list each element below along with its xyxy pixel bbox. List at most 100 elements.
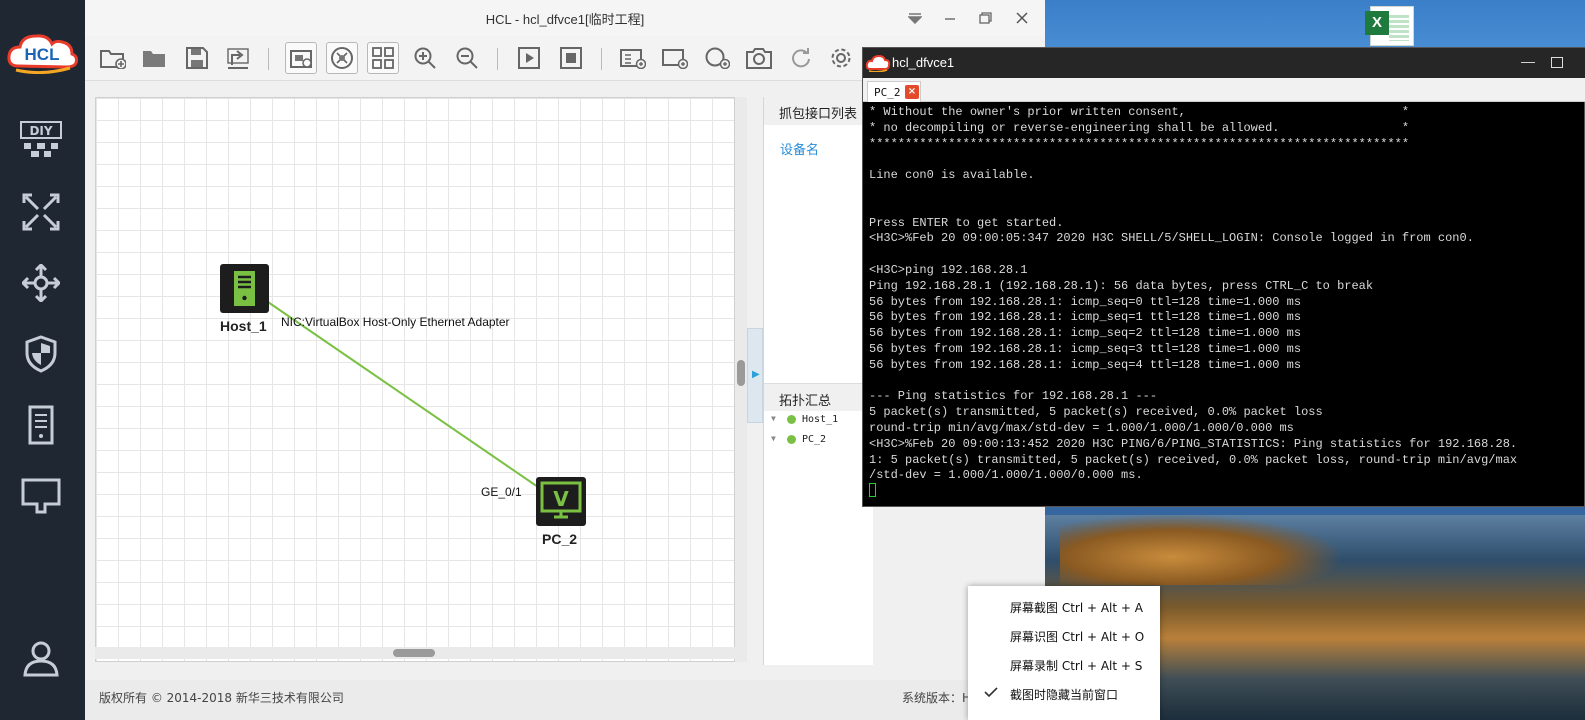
expand-caret-icon[interactable]: ▼ <box>771 434 776 443</box>
screenshot-icon[interactable] <box>743 42 775 74</box>
horizontal-scroll-thumb[interactable] <box>393 649 435 657</box>
toolbar-separator <box>268 48 269 70</box>
zoom-in-icon[interactable] <box>409 42 441 74</box>
panel-collapse-toggle[interactable]: ▶ <box>747 328 763 423</box>
terminal-line: 56 bytes from 192.168.28.1: icmp_seq=1 t… <box>869 310 1302 325</box>
host-device-icon <box>234 271 255 306</box>
terminal-line: 56 bytes from 192.168.28.1: icmp_seq=4 t… <box>869 357 1302 372</box>
capture-topo-icon[interactable] <box>285 42 317 74</box>
menu-item-label: 屏幕截图 Ctrl + Alt + A <box>1010 601 1143 615</box>
status-bar: 版权所有 © 2014-2018 新华三技术有限公司 系统版本：H <box>85 680 1045 720</box>
terminal-line: /std-dev = 1.000/1.000/1.000/0.000 ms. <box>869 468 1143 483</box>
add-rectangle-icon[interactable] <box>659 42 691 74</box>
svg-text:HCL: HCL <box>25 45 60 64</box>
device-label-pc2: PC_2 <box>542 531 578 547</box>
checkmark-icon <box>984 687 998 698</box>
menu-item-label: 屏幕识图 Ctrl + Alt + O <box>1010 630 1145 644</box>
capture-panel-title: 抓包接口列表 <box>764 97 874 125</box>
console-tab-bar: PC_2 × <box>863 78 1585 102</box>
tab-close-icon[interactable]: × <box>905 85 919 99</box>
open-project-icon[interactable] <box>139 42 171 74</box>
terminal-line: * no decompiling or reverse-engineering … <box>869 120 1410 135</box>
firewall-shield-icon[interactable] <box>19 332 63 376</box>
export-icon[interactable] <box>222 42 254 74</box>
topo-item-label: Host_1 <box>802 414 839 425</box>
menu-item-screen-capture[interactable]: 屏幕截图 Ctrl + Alt + A <box>968 591 1160 620</box>
terminal-line: Ping 192.168.28.1 (192.168.28.1): 56 dat… <box>869 278 1374 293</box>
copyright-text: 版权所有 © 2014-2018 新华三技术有限公司 <box>99 691 344 705</box>
monitor-device-icon: V <box>540 481 582 519</box>
terminal-line: 56 bytes from 192.168.28.1: icmp_seq=3 t… <box>869 341 1302 356</box>
svg-text:V: V <box>553 487 569 511</box>
sidebar: HCL DIY <box>0 0 85 720</box>
save-icon[interactable] <box>181 42 213 74</box>
terminal-line: 1: 5 packet(s) transmitted, 5 packet(s) … <box>869 452 1518 467</box>
add-ellipse-icon[interactable] <box>701 42 733 74</box>
terminal-line: 56 bytes from 192.168.28.1: icmp_seq=0 t… <box>869 294 1302 309</box>
menu-item-hide-window[interactable]: 截图时隐藏当前窗口 <box>968 678 1160 707</box>
capture-column-device-name[interactable]: 设备名 <box>780 139 819 158</box>
stop-icon[interactable] <box>555 42 587 74</box>
menu-dropdown-icon[interactable] <box>903 6 927 30</box>
terminal-line: * Without the owner's prior written cons… <box>869 105 1410 119</box>
link-label-ge01: GE_0/1 <box>481 485 522 499</box>
topology-overlay <box>264 299 539 488</box>
close-icon[interactable] <box>1010 6 1034 30</box>
console-minimize-icon[interactable]: — <box>1521 53 1535 69</box>
desktop-wallpaper-rock <box>1060 515 1340 585</box>
user-icon[interactable] <box>19 636 63 680</box>
topo-summary-title: 拓扑汇总 <box>764 383 874 411</box>
terminal-cursor <box>869 483 876 497</box>
topo-item-label: PC_2 <box>802 434 827 445</box>
diy-icon[interactable]: DIY <box>19 118 63 162</box>
pc-2-device[interactable]: V <box>536 477 586 526</box>
terminal-line: 56 bytes from 192.168.28.1: icmp_seq=2 t… <box>869 326 1302 341</box>
title-bar: HCL - hcl_dfvce1[临时工程] <box>85 0 1045 36</box>
topo-summary-item[interactable]: ▼ Host_1 <box>764 413 874 431</box>
start-icon[interactable] <box>513 42 545 74</box>
screenshot-context-menu: 屏幕截图 Ctrl + Alt + A 屏幕识图 Ctrl + Alt + O … <box>968 586 1160 720</box>
terminal-line: --- Ping statistics for 192.168.28.1 --- <box>869 389 1158 404</box>
menu-item-label: 屏幕录制 Ctrl + Alt + S <box>1010 659 1143 673</box>
undo-icon[interactable] <box>785 42 817 74</box>
topo-summary-item[interactable]: ▼ PC_2 <box>764 433 874 451</box>
settings-icon[interactable] <box>825 42 857 74</box>
console-title: hcl_dfvce1 <box>892 55 955 70</box>
terminal-line: <H3C>%Feb 20 09:00:13:452 2020 H3C PING/… <box>869 436 1518 451</box>
toolbar-separator <box>601 48 602 70</box>
expand-caret-icon[interactable]: ▼ <box>771 414 776 423</box>
system-version-label: 系统版本：H <box>902 691 972 705</box>
router-icon[interactable] <box>19 190 63 234</box>
new-project-icon[interactable] <box>97 42 129 74</box>
window-title: HCL - hcl_dfvce1[临时工程] <box>485 12 645 27</box>
grid-icon[interactable] <box>367 42 399 74</box>
vertical-scroll-thumb[interactable] <box>737 360 745 386</box>
hcl-cloud-icon <box>865 54 891 72</box>
console-tab-label: PC_2 <box>874 86 901 99</box>
menu-item-screen-ocr[interactable]: 屏幕识图 Ctrl + Alt + O <box>968 620 1160 649</box>
console-window: hcl_dfvce1 — PC_2 × * Without the owner'… <box>862 47 1585 507</box>
terminal-icon[interactable] <box>19 474 63 518</box>
maximize-icon[interactable] <box>973 6 997 30</box>
zoom-out-icon[interactable] <box>451 42 483 74</box>
server-icon[interactable] <box>19 403 63 447</box>
hide-labels-icon[interactable] <box>326 42 358 74</box>
console-maximize-icon[interactable] <box>1551 57 1563 68</box>
terminal-line: Line con0 is available. <box>869 168 1035 183</box>
console-terminal[interactable]: * Without the owner's prior written cons… <box>869 105 1585 505</box>
console-tab-pc2[interactable]: PC_2 × <box>867 81 921 102</box>
terminal-line: ****************************************… <box>869 136 1410 151</box>
excel-file-icon[interactable]: X <box>1365 6 1414 46</box>
minimize-icon[interactable] <box>938 6 962 30</box>
add-text-icon[interactable] <box>617 42 649 74</box>
menu-item-screen-record[interactable]: 屏幕录制 Ctrl + Alt + S <box>968 649 1160 678</box>
switch-icon[interactable] <box>19 261 63 305</box>
terminal-line: round-trip min/avg/max/std-dev = 1.000/1… <box>869 420 1294 435</box>
status-dot-icon <box>787 415 796 424</box>
host-1-device[interactable] <box>220 264 269 313</box>
